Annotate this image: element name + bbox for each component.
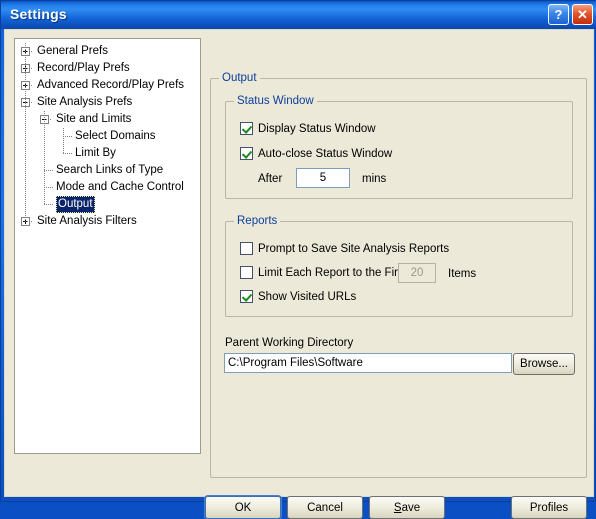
settings-tree[interactable]: General Prefs Record/Play Prefs Advanced R… (15, 39, 200, 230)
save-button[interactable]: Save (369, 496, 445, 519)
tree-item-general-prefs[interactable]: General Prefs (15, 43, 200, 60)
tree-item-label: Site Analysis Filters (37, 215, 137, 227)
dialog-client-area: General Prefs Record/Play Prefs Advanced R… (4, 29, 594, 519)
parent-working-directory-label: Parent Working Directory (225, 337, 354, 349)
tree-item-label: Limit By (75, 147, 116, 159)
tree-connector-line (25, 51, 32, 52)
help-icon[interactable]: ? (548, 4, 569, 25)
tree-connector-line (25, 85, 32, 86)
tree-connector-line (63, 153, 73, 154)
reports-group: Reports Prompt to Save Site Analysis Rep… (225, 215, 573, 317)
tree-connector-line (25, 102, 32, 103)
title-bar: Settings ? ✕ (1, 1, 596, 29)
tree-item-label: Record/Play Prefs (37, 62, 130, 74)
tree-connector-line (44, 119, 51, 120)
tree-connector-line (63, 128, 64, 153)
limit-each-report-row[interactable]: Limit Each Report to the First (240, 266, 407, 279)
limit-items-input[interactable]: 20 (398, 263, 436, 283)
tree-connector-line (63, 136, 73, 137)
auto-close-minutes-input[interactable]: 5 (296, 168, 350, 188)
display-status-window-checkbox[interactable] (240, 122, 253, 135)
output-group: Output Status Window Display Status Wind… (210, 72, 587, 478)
mins-label: mins (362, 173, 387, 185)
parent-working-directory-input[interactable]: C:\Program Files\Software Research\eVali… (224, 353, 512, 373)
tree-item-limit-by[interactable]: Limit By (15, 145, 200, 162)
tree-item-label: Mode and Cache Control (56, 181, 184, 193)
cancel-button[interactable]: Cancel (287, 496, 363, 519)
browse-button[interactable]: Browse... (513, 353, 575, 375)
tree-connector-line (44, 204, 54, 205)
tree-item-label: General Prefs (37, 45, 108, 57)
tree-item-site-analysis-filters[interactable]: Site Analysis Filters (15, 213, 200, 230)
tree-item-site-and-limits[interactable]: Site and Limits (15, 111, 200, 128)
prompt-to-save-row[interactable]: Prompt to Save Site Analysis Reports (240, 242, 449, 255)
tree-item-label: Select Domains (75, 130, 156, 142)
tree-connector-line (25, 68, 32, 69)
tree-connector-line (25, 221, 32, 222)
tree-item-label: Output (56, 196, 95, 213)
save-accelerator: S (393, 501, 402, 514)
status-window-group-title: Status Window (234, 95, 317, 107)
tree-item-record-play-prefs[interactable]: Record/Play Prefs (15, 60, 200, 77)
tree-item-site-analysis-prefs[interactable]: Site Analysis Prefs (15, 94, 200, 111)
items-label: Items (448, 268, 477, 280)
ok-button[interactable]: OK (205, 496, 281, 519)
tree-item-advanced-record-play-prefs[interactable]: Advanced Record/Play Prefs (15, 77, 200, 94)
limit-each-report-checkbox[interactable] (240, 266, 253, 279)
close-icon[interactable]: ✕ (572, 4, 593, 25)
limit-each-report-label: Limit Each Report to the First (258, 266, 407, 279)
tree-item-output[interactable]: Output (15, 196, 200, 213)
display-status-window-label: Display Status Window (258, 122, 376, 135)
prompt-to-save-checkbox[interactable] (240, 242, 253, 255)
tree-item-select-domains[interactable]: Select Domains (15, 128, 200, 145)
show-visited-urls-row[interactable]: Show Visited URLs (240, 290, 356, 303)
tree-item-search-links-of-type[interactable]: Search Links of Type (15, 162, 200, 179)
auto-close-status-window-label: Auto-close Status Window (258, 147, 393, 160)
status-window-group: Status Window Display Status Window Auto… (225, 95, 573, 199)
settings-window: Settings ? ✕ General Prefs Record/Play Pr… (0, 0, 596, 519)
reports-group-title: Reports (234, 215, 281, 227)
tree-connector-line (44, 170, 54, 171)
tree-connector-line (44, 187, 54, 188)
save-label-rest: ave (401, 501, 421, 514)
tree-item-mode-and-cache-control[interactable]: Mode and Cache Control (15, 179, 200, 196)
tree-item-label: Site Analysis Prefs (37, 96, 133, 108)
tree-connector-line (44, 111, 45, 204)
tree-item-label: Site and Limits (56, 113, 132, 125)
after-label: After (258, 173, 283, 185)
output-group-title: Output (219, 72, 260, 84)
tree-item-label: Search Links of Type (56, 164, 164, 176)
display-status-window-row[interactable]: Display Status Window (240, 122, 376, 135)
show-visited-urls-label: Show Visited URLs (258, 290, 357, 303)
auto-close-status-window-checkbox[interactable] (240, 147, 253, 160)
title-bar-buttons: ? ✕ (548, 4, 593, 25)
tree-connector-line (25, 43, 26, 221)
profiles-button[interactable]: Profiles (511, 496, 587, 519)
prompt-to-save-label: Prompt to Save Site Analysis Reports (258, 242, 450, 255)
tree-item-label: Advanced Record/Play Prefs (37, 79, 185, 91)
auto-close-status-window-row[interactable]: Auto-close Status Window (240, 147, 392, 160)
window-title: Settings (10, 6, 67, 22)
settings-tree-panel[interactable]: General Prefs Record/Play Prefs Advanced R… (14, 38, 201, 454)
show-visited-urls-checkbox[interactable] (240, 290, 253, 303)
